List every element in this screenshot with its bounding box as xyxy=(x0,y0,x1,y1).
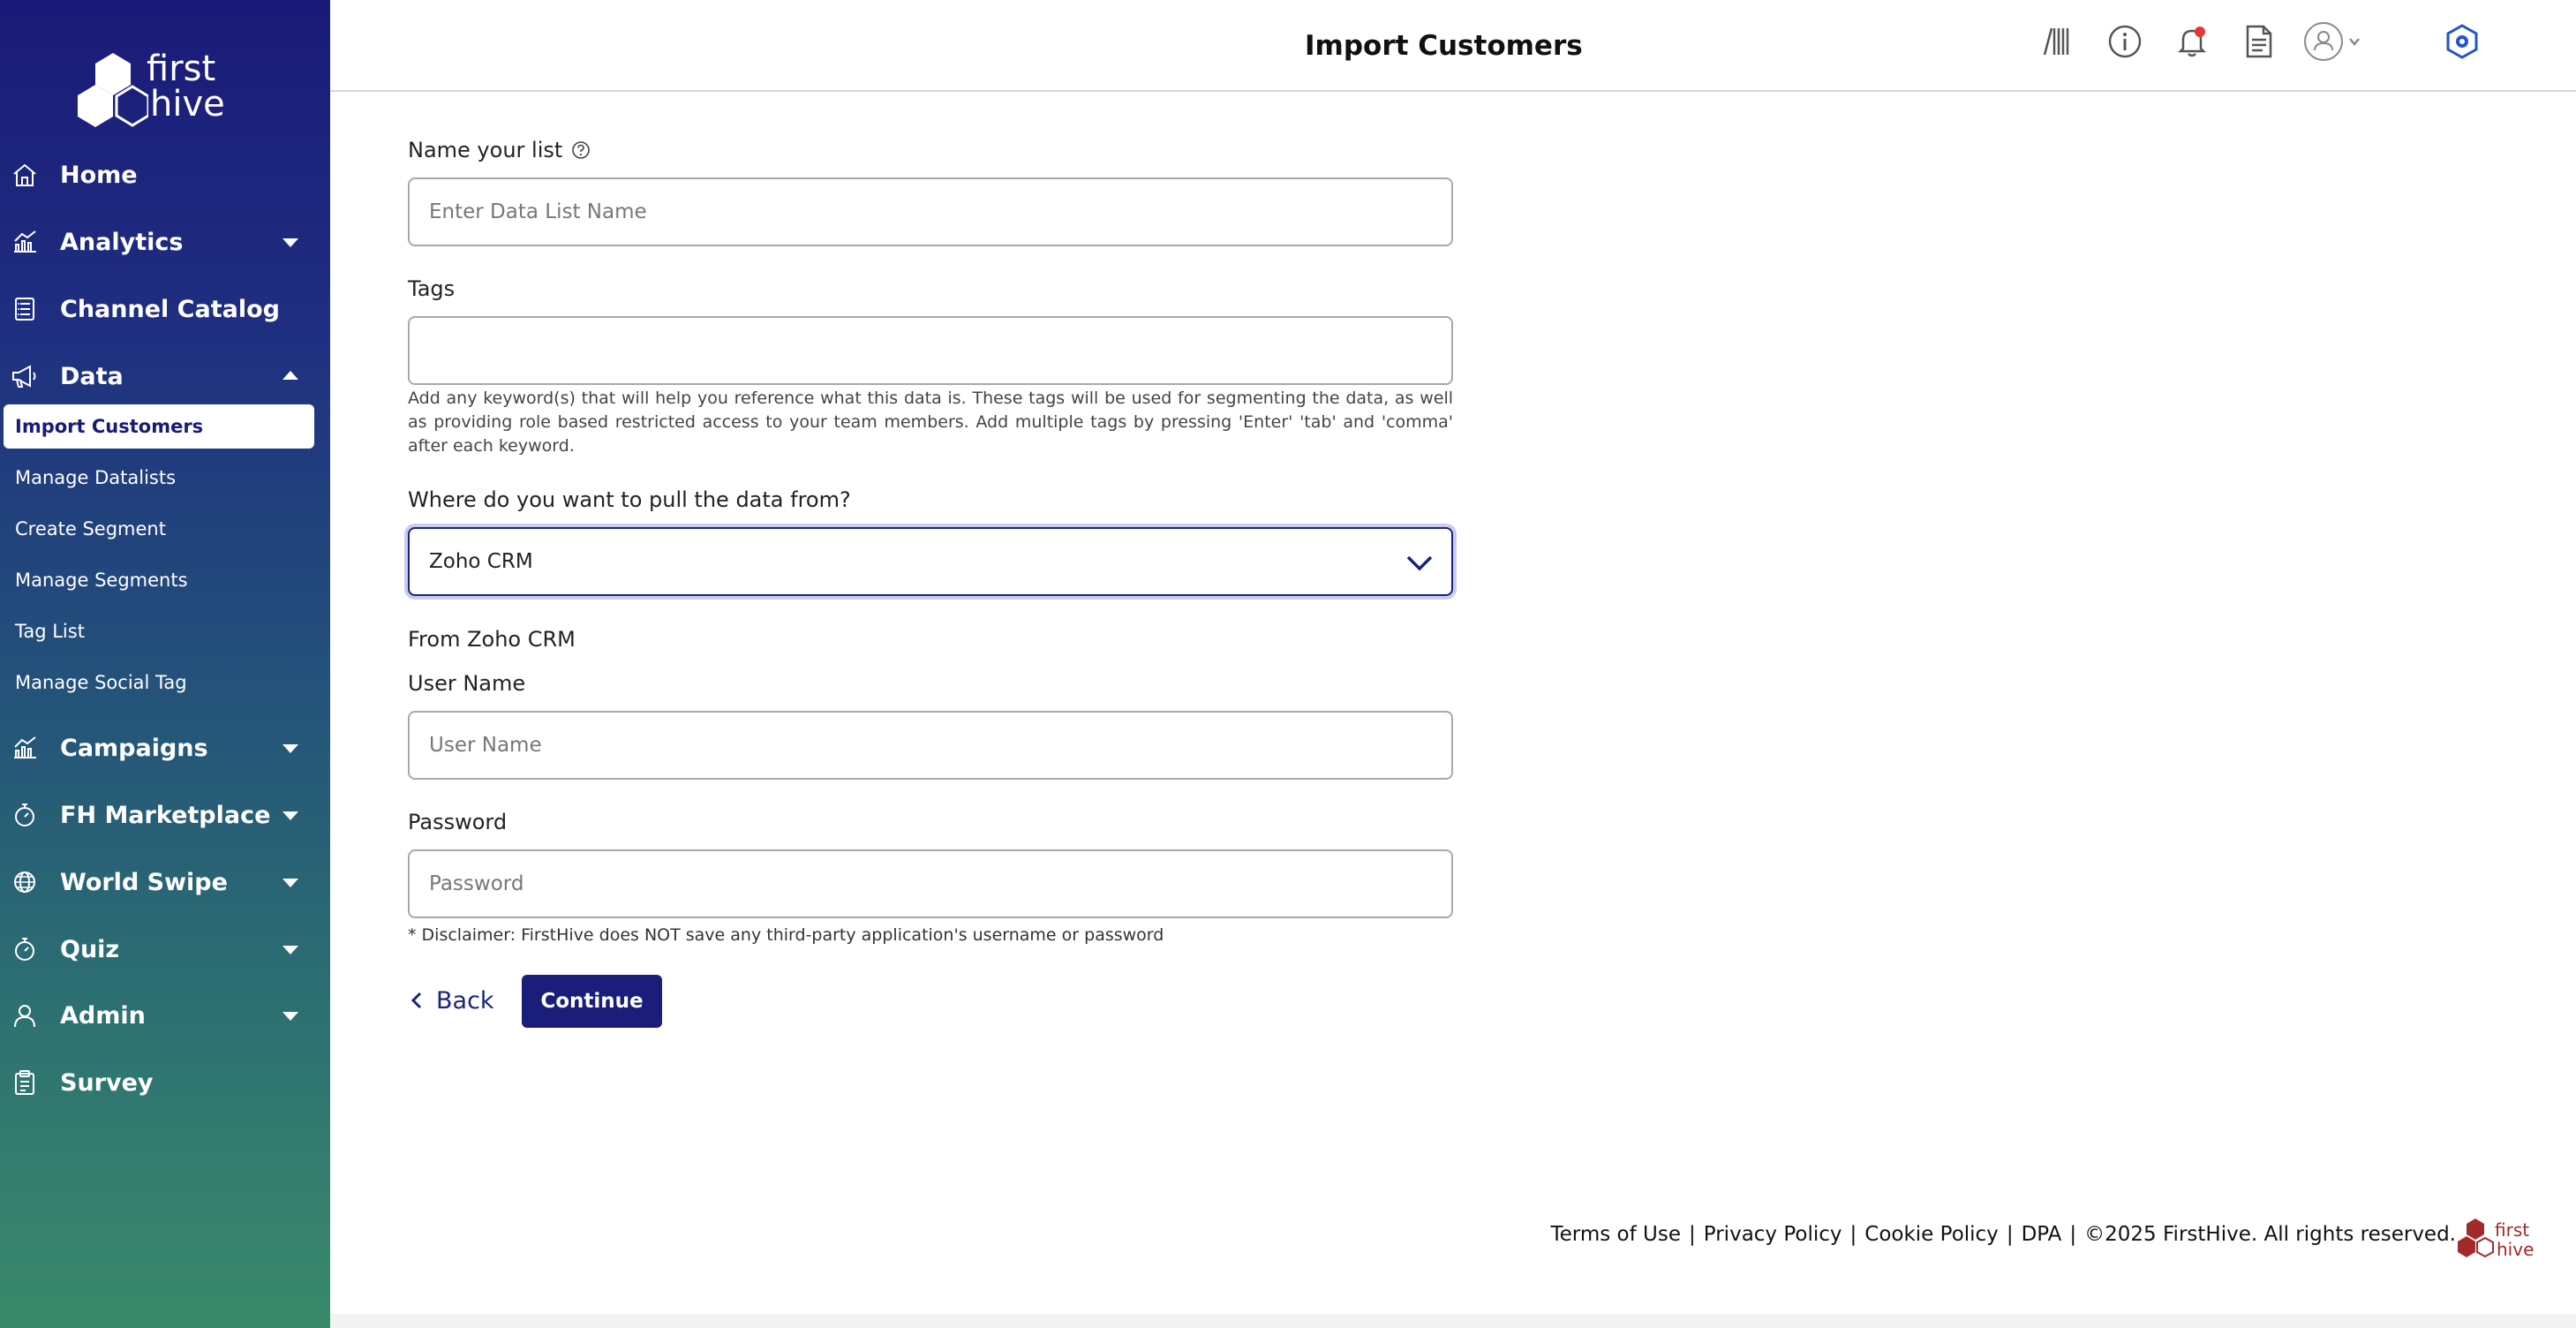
tags-help-text: Add any keyword(s) that will help you re… xyxy=(408,389,1453,456)
campaigns-icon xyxy=(9,732,41,764)
disclaimer-text: * Disclaimer: FirstHive does NOT save an… xyxy=(408,925,1164,945)
chevron-down-icon xyxy=(282,744,298,753)
hexagon-logo-icon: first hive xyxy=(2458,1219,2534,1260)
chevron-down-icon xyxy=(282,879,298,887)
username-input[interactable] xyxy=(408,711,1453,780)
privacy-link[interactable]: Privacy Policy xyxy=(1704,1223,1842,1246)
sidebar-item-label: World Swipe xyxy=(60,868,228,896)
sidebar-item-channel-catalog[interactable]: Channel Catalog xyxy=(0,283,330,336)
sidebar-subitem-manage-datalists[interactable]: Manage Datalists xyxy=(4,456,314,500)
sidebar-item-label: Channel Catalog xyxy=(60,295,280,323)
sidebar-item-analytics[interactable]: Analytics xyxy=(0,215,330,268)
stopwatch-icon xyxy=(9,933,41,965)
sidebar-subitem-manage-social-tag[interactable]: Manage Social Tag xyxy=(4,660,314,705)
profile-icon xyxy=(2304,22,2360,61)
chevron-down-icon xyxy=(282,946,298,954)
sidebar-item-fh-marketplace[interactable]: FH Marketplace xyxy=(0,788,330,841)
top-header: Import Customers xyxy=(330,0,2576,92)
analytics-icon xyxy=(9,226,41,258)
sidebar-item-label: Analytics xyxy=(60,228,184,256)
sidebar-item-survey[interactable]: Survey xyxy=(0,1056,330,1109)
globe-icon xyxy=(9,866,41,898)
sidebar-item-campaigns[interactable]: Campaigns xyxy=(0,721,330,774)
sidebar-subitem-manage-segments[interactable]: Manage Segments xyxy=(4,558,314,602)
source-label: Where do you want to pull the data from? xyxy=(408,487,851,512)
chevron-down-icon xyxy=(282,238,298,247)
footer-logo: first hive xyxy=(2456,1217,2541,1264)
sidebar-item-label: Survey xyxy=(60,1068,154,1097)
svg-text:first: first xyxy=(2495,1219,2529,1241)
sidebar-item-label: Campaigns xyxy=(60,734,208,762)
sidebar-item-label: Home xyxy=(60,161,138,189)
dpa-link[interactable]: DPA xyxy=(2022,1223,2062,1246)
copyright-text: ©2025 FirstHive. All rights reserved. xyxy=(2084,1223,2456,1246)
data-source-select[interactable]: Zoho CRM xyxy=(408,527,1453,596)
user-icon xyxy=(9,1000,41,1031)
from-source-heading: From Zoho CRM xyxy=(408,627,576,652)
data-source-selected-value: Zoho CRM xyxy=(429,550,533,573)
stopwatch-icon xyxy=(9,799,41,831)
document-icon[interactable] xyxy=(2239,21,2279,62)
continue-button[interactable]: Continue xyxy=(522,975,662,1028)
chevron-down-icon xyxy=(282,811,298,820)
profile-menu[interactable] xyxy=(2304,21,2375,62)
tags-label: Tags xyxy=(408,276,456,301)
logo-wordmark: first hive xyxy=(147,49,225,124)
password-input[interactable] xyxy=(408,849,1453,918)
svg-text:hive: hive xyxy=(2497,1239,2534,1260)
sidebar-subitem-tag-list[interactable]: Tag List xyxy=(4,609,314,653)
hexagon-settings-icon[interactable] xyxy=(2442,21,2482,62)
cookie-link[interactable]: Cookie Policy xyxy=(1864,1223,1999,1246)
sidebar-item-label: Data xyxy=(60,362,124,390)
sidebar-item-label: Quiz xyxy=(60,935,120,963)
catalog-icon xyxy=(9,293,41,325)
hexagon-logo-icon xyxy=(78,53,150,127)
bottom-strip xyxy=(330,1314,2576,1328)
chevron-up-icon xyxy=(282,371,298,380)
tags-input[interactable] xyxy=(408,316,1453,385)
back-button[interactable]: Back xyxy=(408,978,494,1022)
sidebar-item-data[interactable]: Data xyxy=(0,350,330,403)
sidebar-item-admin[interactable]: Admin xyxy=(0,989,330,1042)
terms-link[interactable]: Terms of Use xyxy=(1551,1223,1682,1246)
sidebar-item-label: FH Marketplace xyxy=(60,801,271,829)
clipboard-icon xyxy=(9,1067,41,1098)
sidebar-subitem-import-customers[interactable]: Import Customers xyxy=(4,404,314,449)
sidebar: first hive Home Analytics Channel Catalo… xyxy=(0,0,330,1328)
list-name-label: Name your list xyxy=(408,138,591,162)
bell-icon[interactable] xyxy=(2172,21,2212,62)
footer: Terms of Use | Privacy Policy | Cookie P… xyxy=(1550,1223,2456,1246)
home-icon xyxy=(9,159,41,191)
firsthive-logo[interactable]: first hive xyxy=(78,46,245,134)
username-label: User Name xyxy=(408,671,526,696)
chevron-down-icon xyxy=(1405,550,1434,580)
sidebar-item-label: Admin xyxy=(60,1001,146,1030)
barcode-icon[interactable] xyxy=(2036,21,2076,62)
list-name-input[interactable] xyxy=(408,177,1453,246)
chevron-down-icon xyxy=(282,1012,298,1021)
megaphone-icon xyxy=(9,360,41,392)
sidebar-subitem-create-segment[interactable]: Create Segment xyxy=(4,507,314,551)
info-icon[interactable] xyxy=(2105,21,2145,62)
sidebar-item-home[interactable]: Home xyxy=(0,148,330,201)
help-icon[interactable] xyxy=(571,140,591,160)
sidebar-item-world-swipe[interactable]: World Swipe xyxy=(0,856,330,909)
chevron-left-icon xyxy=(411,992,422,1009)
page-title: Import Customers xyxy=(1305,30,1583,62)
password-label: Password xyxy=(408,810,508,834)
sidebar-item-quiz[interactable]: Quiz xyxy=(0,923,330,976)
